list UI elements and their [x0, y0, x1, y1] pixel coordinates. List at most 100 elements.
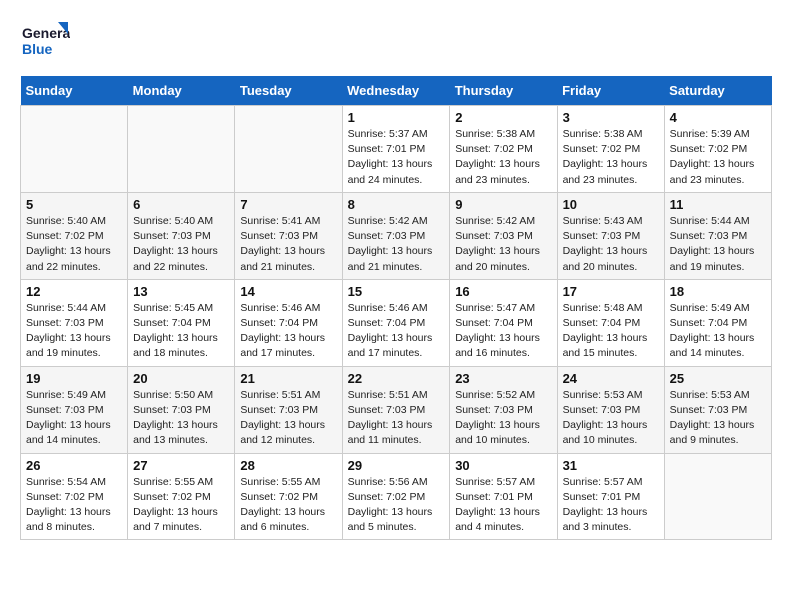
day-number: 17: [563, 284, 659, 299]
day-number: 28: [240, 458, 336, 473]
calendar-cell: 10Sunrise: 5:43 AM Sunset: 7:03 PM Dayli…: [557, 192, 664, 279]
day-info: Sunrise: 5:51 AM Sunset: 7:03 PM Dayligh…: [348, 388, 445, 449]
day-number: 27: [133, 458, 229, 473]
header: GeneralBlue: [20, 20, 772, 60]
day-info: Sunrise: 5:48 AM Sunset: 7:04 PM Dayligh…: [563, 301, 659, 362]
calendar-cell: 30 Sunrise: 5:57 AM Sunset: 7:01 PM Dayli…: [450, 453, 557, 540]
weekday-header: Saturday: [664, 76, 771, 106]
day-number: 31: [563, 458, 659, 473]
calendar-cell: 11Sunrise: 5:44 AM Sunset: 7:03 PM Dayli…: [664, 192, 771, 279]
calendar-cell: 8 Sunrise: 5:42 AM Sunset: 7:03 PM Daylig…: [342, 192, 450, 279]
day-number: 24: [563, 371, 659, 386]
weekday-header: Thursday: [450, 76, 557, 106]
calendar-week-row: 26 Sunrise: 5:54 AM Sunset: 7:02 PM Dayli…: [21, 453, 772, 540]
day-info: Sunrise: 5:55 AM Sunset: 7:02 PM Dayligh…: [240, 475, 336, 536]
day-info: Sunrise: 5:40 AM Sunset: 7:02 PM Dayligh…: [26, 214, 122, 275]
weekday-header: Sunday: [21, 76, 128, 106]
calendar-cell: 20Sunrise: 5:50 AM Sunset: 7:03 PM Dayli…: [128, 366, 235, 453]
svg-text:Blue: Blue: [22, 41, 53, 57]
day-info: Sunrise: 5:37 AM Sunset: 7:01 PM Dayligh…: [348, 127, 445, 188]
day-info: Sunrise: 5:42 AM Sunset: 7:03 PM Dayligh…: [455, 214, 551, 275]
weekday-header: Wednesday: [342, 76, 450, 106]
day-number: 3: [563, 110, 659, 125]
calendar-cell: 6 Sunrise: 5:40 AM Sunset: 7:03 PM Daylig…: [128, 192, 235, 279]
weekday-header-row: SundayMondayTuesdayWednesdayThursdayFrid…: [21, 76, 772, 106]
day-number: 5: [26, 197, 122, 212]
day-info: Sunrise: 5:57 AM Sunset: 7:01 PM Dayligh…: [455, 475, 551, 536]
weekday-header: Tuesday: [235, 76, 342, 106]
day-number: 14: [240, 284, 336, 299]
calendar-cell: 22Sunrise: 5:51 AM Sunset: 7:03 PM Dayli…: [342, 366, 450, 453]
day-info: Sunrise: 5:42 AM Sunset: 7:03 PM Dayligh…: [348, 214, 445, 275]
day-info: Sunrise: 5:46 AM Sunset: 7:04 PM Dayligh…: [240, 301, 336, 362]
day-number: 25: [670, 371, 766, 386]
day-number: 8: [348, 197, 445, 212]
day-number: 18: [670, 284, 766, 299]
day-number: 2: [455, 110, 551, 125]
calendar-cell: 16 Sunrise: 5:47 AM Sunset: 7:04 PM Dayli…: [450, 279, 557, 366]
day-info: Sunrise: 5:41 AM Sunset: 7:03 PM Dayligh…: [240, 214, 336, 275]
calendar-cell: 4 Sunrise: 5:39 AM Sunset: 7:02 PM Daylig…: [664, 106, 771, 193]
day-info: Sunrise: 5:49 AM Sunset: 7:04 PM Dayligh…: [670, 301, 766, 362]
calendar-cell: 23 Sunrise: 5:52 AM Sunset: 7:03 PM Dayli…: [450, 366, 557, 453]
weekday-header: Friday: [557, 76, 664, 106]
calendar-cell: 26 Sunrise: 5:54 AM Sunset: 7:02 PM Dayli…: [21, 453, 128, 540]
calendar-cell: 18 Sunrise: 5:49 AM Sunset: 7:04 PM Dayli…: [664, 279, 771, 366]
calendar-cell: 17 Sunrise: 5:48 AM Sunset: 7:04 PM Dayli…: [557, 279, 664, 366]
day-info: Sunrise: 5:53 AM Sunset: 7:03 PM Dayligh…: [563, 388, 659, 449]
calendar-cell: 13 Sunrise: 5:45 AM Sunset: 7:04 PM Dayli…: [128, 279, 235, 366]
calendar-cell: 28 Sunrise: 5:55 AM Sunset: 7:02 PM Dayli…: [235, 453, 342, 540]
day-number: 21: [240, 371, 336, 386]
day-info: Sunrise: 5:54 AM Sunset: 7:02 PM Dayligh…: [26, 475, 122, 536]
calendar-cell: 2 Sunrise: 5:38 AM Sunset: 7:02 PM Daylig…: [450, 106, 557, 193]
day-info: Sunrise: 5:53 AM Sunset: 7:03 PM Dayligh…: [670, 388, 766, 449]
day-number: 6: [133, 197, 229, 212]
calendar-cell: 25 Sunrise: 5:53 AM Sunset: 7:03 PM Dayli…: [664, 366, 771, 453]
day-info: Sunrise: 5:50 AM Sunset: 7:03 PM Dayligh…: [133, 388, 229, 449]
day-info: Sunrise: 5:43 AM Sunset: 7:03 PM Dayligh…: [563, 214, 659, 275]
calendar-cell: 29Sunrise: 5:56 AM Sunset: 7:02 PM Dayli…: [342, 453, 450, 540]
calendar-cell: [21, 106, 128, 193]
calendar-cell: [664, 453, 771, 540]
logo: GeneralBlue: [20, 20, 70, 60]
calendar-cell: 12Sunrise: 5:44 AM Sunset: 7:03 PM Dayli…: [21, 279, 128, 366]
day-info: Sunrise: 5:44 AM Sunset: 7:03 PM Dayligh…: [26, 301, 122, 362]
calendar-cell: 7 Sunrise: 5:41 AM Sunset: 7:03 PM Daylig…: [235, 192, 342, 279]
day-info: Sunrise: 5:57 AM Sunset: 7:01 PM Dayligh…: [563, 475, 659, 536]
logo-icon: GeneralBlue: [20, 20, 70, 60]
calendar-cell: 19 Sunrise: 5:49 AM Sunset: 7:03 PM Dayli…: [21, 366, 128, 453]
calendar-cell: [235, 106, 342, 193]
day-number: 15: [348, 284, 445, 299]
day-info: Sunrise: 5:47 AM Sunset: 7:04 PM Dayligh…: [455, 301, 551, 362]
day-info: Sunrise: 5:49 AM Sunset: 7:03 PM Dayligh…: [26, 388, 122, 449]
day-info: Sunrise: 5:40 AM Sunset: 7:03 PM Dayligh…: [133, 214, 229, 275]
day-info: Sunrise: 5:38 AM Sunset: 7:02 PM Dayligh…: [455, 127, 551, 188]
day-info: Sunrise: 5:52 AM Sunset: 7:03 PM Dayligh…: [455, 388, 551, 449]
day-number: 4: [670, 110, 766, 125]
day-info: Sunrise: 5:51 AM Sunset: 7:03 PM Dayligh…: [240, 388, 336, 449]
day-number: 9: [455, 197, 551, 212]
day-number: 29: [348, 458, 445, 473]
calendar-cell: 3 Sunrise: 5:38 AM Sunset: 7:02 PM Daylig…: [557, 106, 664, 193]
day-number: 19: [26, 371, 122, 386]
calendar-cell: 15 Sunrise: 5:46 AM Sunset: 7:04 PM Dayli…: [342, 279, 450, 366]
day-number: 30: [455, 458, 551, 473]
day-number: 16: [455, 284, 551, 299]
day-info: Sunrise: 5:46 AM Sunset: 7:04 PM Dayligh…: [348, 301, 445, 362]
day-number: 7: [240, 197, 336, 212]
day-number: 13: [133, 284, 229, 299]
calendar-cell: 9 Sunrise: 5:42 AM Sunset: 7:03 PM Daylig…: [450, 192, 557, 279]
calendar-week-row: 12Sunrise: 5:44 AM Sunset: 7:03 PM Dayli…: [21, 279, 772, 366]
day-number: 23: [455, 371, 551, 386]
day-info: Sunrise: 5:44 AM Sunset: 7:03 PM Dayligh…: [670, 214, 766, 275]
day-info: Sunrise: 5:39 AM Sunset: 7:02 PM Dayligh…: [670, 127, 766, 188]
calendar-cell: [128, 106, 235, 193]
calendar-cell: 31 Sunrise: 5:57 AM Sunset: 7:01 PM Dayli…: [557, 453, 664, 540]
day-number: 26: [26, 458, 122, 473]
calendar-cell: 24 Sunrise: 5:53 AM Sunset: 7:03 PM Dayli…: [557, 366, 664, 453]
calendar-cell: 27Sunrise: 5:55 AM Sunset: 7:02 PM Dayli…: [128, 453, 235, 540]
weekday-header: Monday: [128, 76, 235, 106]
day-info: Sunrise: 5:45 AM Sunset: 7:04 PM Dayligh…: [133, 301, 229, 362]
day-info: Sunrise: 5:38 AM Sunset: 7:02 PM Dayligh…: [563, 127, 659, 188]
calendar-cell: 21 Sunrise: 5:51 AM Sunset: 7:03 PM Dayli…: [235, 366, 342, 453]
